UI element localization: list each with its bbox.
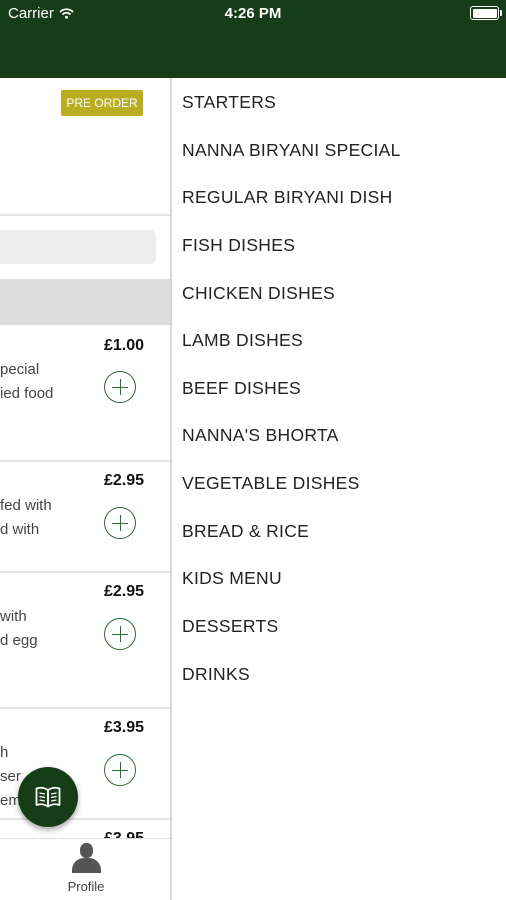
menu-item[interactable]: £1.00 pecial ied food: [0, 325, 171, 460]
drawer-item-starters[interactable]: STARTERS: [182, 92, 276, 113]
item-description: fed with: [0, 497, 52, 514]
add-item-icon[interactable]: [104, 754, 136, 786]
item-price: £2.95: [103, 472, 144, 489]
add-item-icon[interactable]: [104, 507, 136, 539]
item-description: with: [0, 608, 27, 625]
drawer-item-vegetable-dishes[interactable]: VEGETABLE DISHES: [182, 473, 360, 494]
item-description: ser: [0, 768, 21, 785]
item-price: £3.95: [103, 719, 144, 736]
tab-profile[interactable]: Profile: [56, 841, 116, 897]
item-description: d egg: [0, 632, 38, 649]
pre-order-badge[interactable]: PRE ORDER: [61, 90, 143, 116]
drawer-item-chicken-dishes[interactable]: CHICKEN DISHES: [182, 283, 335, 304]
category-header: [0, 279, 171, 325]
person-icon: [71, 843, 101, 873]
menu-book-button[interactable]: [18, 767, 78, 827]
battery-icon: [470, 6, 502, 20]
drawer-item-lamb-dishes[interactable]: LAMB DISHES: [182, 330, 303, 351]
item-price: £1.00: [103, 337, 144, 354]
search-input[interactable]: [0, 230, 156, 264]
add-item-icon[interactable]: [104, 618, 136, 650]
item-description: ied food: [0, 385, 54, 402]
drawer-item-beef-dishes[interactable]: BEEF DISHES: [182, 378, 301, 399]
category-drawer: STARTERS NANNA BIRYANI SPECIAL REGULAR B…: [172, 78, 506, 900]
drawer-item-bread-rice[interactable]: BREAD & RICE: [182, 521, 309, 542]
drawer-item-nannas-bhorta[interactable]: NANNA'S BHORTA: [182, 425, 339, 446]
drawer-item-desserts[interactable]: DESSERTS: [182, 616, 278, 637]
bottom-tab-bar: Profile: [0, 838, 171, 900]
drawer-item-regular-biryani-dish[interactable]: REGULAR BIRYANI DISH: [182, 187, 393, 208]
item-description: pecial: [0, 361, 40, 378]
menu-book-icon: [35, 786, 61, 808]
tab-profile-label: Profile: [67, 879, 105, 894]
divider: [0, 214, 171, 216]
drawer-item-fish-dishes[interactable]: FISH DISHES: [182, 235, 295, 256]
item-description: d with: [0, 521, 40, 538]
drawer-item-kids-menu[interactable]: KIDS MENU: [182, 568, 282, 589]
top-header-bar: Carrier 4:26 PM: [0, 0, 506, 78]
drawer-item-drinks[interactable]: DRINKS: [182, 664, 250, 685]
status-time: 4:26 PM: [224, 5, 282, 22]
item-price: £2.95: [103, 583, 144, 600]
menu-item[interactable]: £2.95 fed with d with: [0, 461, 171, 571]
drawer-item-nanna-biryani-special[interactable]: NANNA BIRYANI SPECIAL: [182, 140, 401, 161]
menu-item[interactable]: £2.95 with d egg: [0, 572, 171, 707]
item-description: h: [0, 744, 9, 761]
add-item-icon[interactable]: [104, 371, 136, 403]
